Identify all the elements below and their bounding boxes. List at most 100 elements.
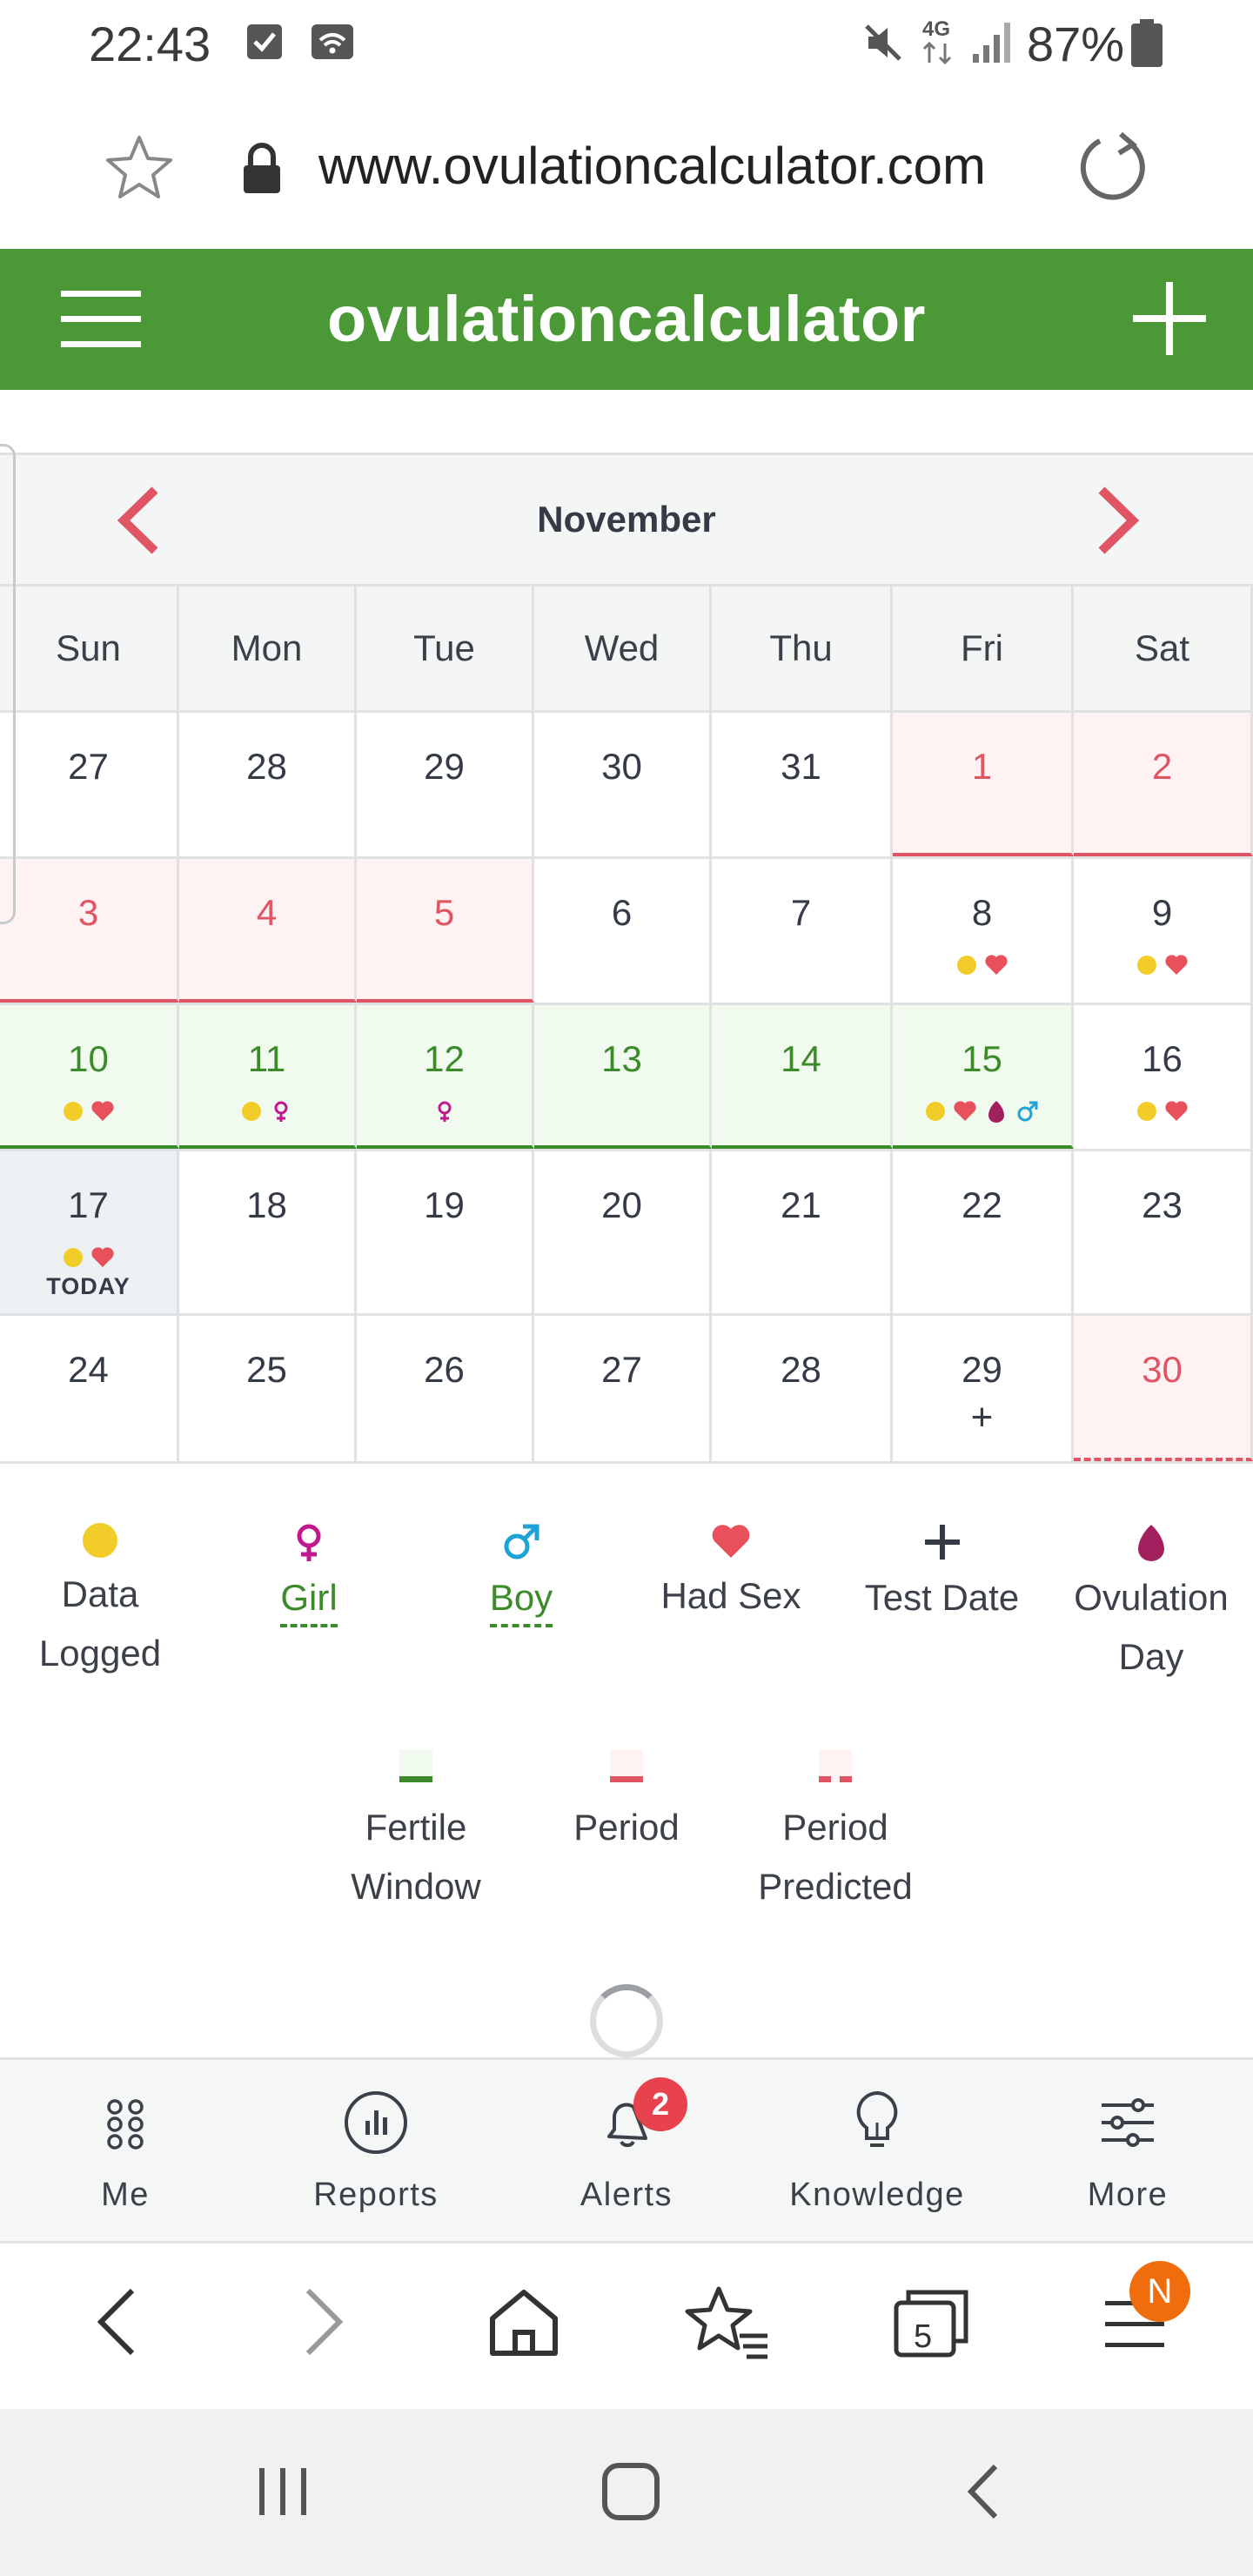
calendar-day-cell[interactable]: 31 <box>712 713 893 856</box>
day-number: 13 <box>601 1038 642 1079</box>
calendar-day-cell[interactable]: 21 <box>712 1151 893 1313</box>
calendar-day-cell[interactable]: 19 <box>357 1151 534 1313</box>
day-number: 10 <box>68 1038 109 1079</box>
status-bar: 22:43 4G 87% <box>0 0 1253 84</box>
calendar-day-cell[interactable]: 13 <box>534 1005 712 1149</box>
calendar-day-cell[interactable]: 8 <box>893 859 1074 1003</box>
calendar-day-cell[interactable]: 15 <box>893 1005 1074 1149</box>
data-logged-dot-icon <box>956 956 976 975</box>
side-drawer-handle[interactable] <box>0 444 16 924</box>
next-month-chevron-icon[interactable] <box>1075 481 1154 560</box>
day-number: 22 <box>962 1184 1002 1225</box>
day-number: 5 <box>433 892 455 933</box>
calendar-day-cell[interactable]: 10 <box>0 1005 179 1149</box>
weekday-header: Fri <box>893 587 1074 710</box>
home-icon[interactable] <box>480 2278 567 2365</box>
legend-label: Had Sex <box>660 1575 801 1616</box>
day-number: 7 <box>790 892 812 933</box>
tab-me[interactable]: Me <box>0 2060 251 2241</box>
url-text[interactable]: www.ovulationcalculator.com <box>318 136 986 196</box>
calendar-day-cell[interactable]: 27 <box>0 713 179 856</box>
day-markers <box>357 1096 532 1127</box>
calendar-day-cell[interactable]: 28 <box>179 713 357 856</box>
calendar-week-row: 10 11 12 13 14 15 16 <box>0 1005 1253 1151</box>
reload-icon[interactable] <box>1077 131 1150 204</box>
day-number: 25 <box>246 1349 287 1390</box>
calendar-day-cell[interactable]: 30 <box>534 713 712 856</box>
day-number: 14 <box>781 1038 821 1079</box>
calendar-day-cell[interactable]: 26 <box>357 1316 534 1461</box>
plus-icon <box>924 1525 960 1560</box>
calendar-day-cell[interactable]: 4 <box>179 859 357 1003</box>
calendar-day-cell[interactable]: 7 <box>712 859 893 1003</box>
calendar-day-cell[interactable]: 28 <box>712 1316 893 1461</box>
tab-reports[interactable]: Reports <box>251 2060 501 2241</box>
today-label: TODAY <box>46 1273 131 1299</box>
day-number: 17 <box>68 1184 109 1225</box>
day-markers <box>893 949 1071 981</box>
day-markers <box>0 1096 177 1127</box>
calendar-day-cell[interactable]: 3 <box>0 859 179 1003</box>
data-logged-dot-icon <box>63 1248 83 1267</box>
day-number: 28 <box>781 1349 821 1390</box>
day-number: 23 <box>1142 1184 1183 1225</box>
day-number: 20 <box>601 1184 642 1225</box>
recent-apps-icon[interactable] <box>254 2463 312 2520</box>
calendar-day-cell[interactable]: 22 <box>893 1151 1074 1313</box>
calendar-day-cell[interactable]: 11 <box>179 1005 357 1149</box>
calendar-day-cell[interactable]: 12 <box>357 1005 534 1149</box>
tab-knowledge[interactable]: Knowledge <box>752 2060 1002 2241</box>
add-icon[interactable] <box>1133 282 1206 355</box>
status-time: 22:43 <box>89 17 211 71</box>
period-predicted-swatch <box>819 1749 852 1782</box>
calendar-day-cell[interactable]: 23 <box>1074 1151 1253 1313</box>
tab-alerts[interactable]: 2 Alerts <box>501 2060 752 2241</box>
calendar-week-row: 17 TODAY 18 19 20 21 22 23 <box>0 1151 1253 1316</box>
calendar-day-cell[interactable]: 9 <box>1074 859 1253 1003</box>
calendar-day-cell[interactable]: 24 <box>0 1316 179 1461</box>
legend-data-logged: Data Logged <box>17 1523 183 1683</box>
calendar-day-cell[interactable]: 6 <box>534 859 712 1003</box>
day-number: 8 <box>971 892 993 933</box>
home-button-icon[interactable] <box>600 2461 661 2522</box>
day-markers <box>893 1096 1071 1127</box>
calendar-week-row: 24 25 26 27 28 29 +30 <box>0 1316 1253 1464</box>
calendar-day-cell[interactable]: 17 TODAY <box>0 1151 179 1313</box>
calendar-day-cell[interactable]: 27 <box>534 1316 712 1461</box>
back-chevron-icon[interactable] <box>75 2278 162 2365</box>
weekday-header: Mon <box>179 587 357 710</box>
calendar-day-cell[interactable]: 16 <box>1074 1005 1253 1149</box>
lightbulb-icon <box>856 2090 898 2147</box>
day-number: 21 <box>781 1184 821 1225</box>
day-number: 4 <box>256 892 278 933</box>
data-logged-dot-icon <box>925 1102 945 1121</box>
bookmark-star-icon[interactable] <box>104 134 174 200</box>
calendar-day-cell[interactable]: 14 <box>712 1005 893 1149</box>
calendar-day-cell[interactable]: 29 + <box>893 1316 1074 1461</box>
calendar-day-cell[interactable]: 1 <box>893 713 1074 856</box>
legend-fertile-window: Fertile Window <box>322 1749 510 1916</box>
day-markers <box>179 1096 354 1127</box>
calendar-day-cell[interactable]: 18 <box>179 1151 357 1313</box>
day-number: 27 <box>68 746 109 787</box>
lock-icon <box>244 143 280 193</box>
grid-dots-icon <box>107 2099 144 2150</box>
forward-chevron-icon[interactable] <box>278 2278 365 2365</box>
legend-boy: Boy <box>439 1523 604 1627</box>
data-logged-dot-icon <box>1136 956 1156 975</box>
calendar-day-cell[interactable]: 25 <box>179 1316 357 1461</box>
day-number: 11 <box>247 1038 286 1079</box>
bookmarks-icon[interactable] <box>684 2278 771 2365</box>
calendar-day-cell[interactable]: 30 <box>1074 1316 1253 1461</box>
calendar-day-cell[interactable]: 2 <box>1074 713 1253 856</box>
app-title: ovulationcalculator <box>327 283 926 355</box>
calendar-day-cell[interactable]: 29 <box>357 713 534 856</box>
legend-period-predicted: Period Predicted <box>740 1749 931 1916</box>
calendar-day-cell[interactable]: 20 <box>534 1151 712 1313</box>
system-back-icon[interactable] <box>957 2461 1015 2522</box>
tab-label: More <box>1087 2177 1169 2213</box>
calendar-day-cell[interactable]: 5 <box>357 859 534 1003</box>
calendar-week-row: 3 4 5 6 7 8 9 <box>0 859 1253 1005</box>
tab-more[interactable]: More <box>1002 2060 1253 2241</box>
heart-icon <box>953 1101 976 1121</box>
